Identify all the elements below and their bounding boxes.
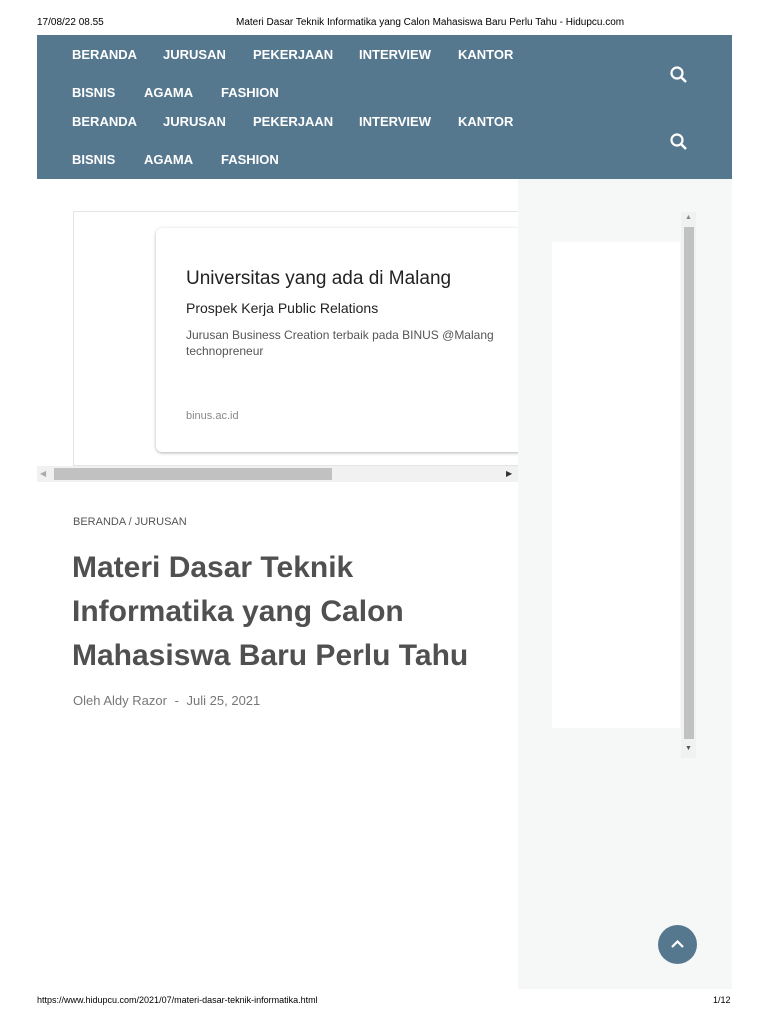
nav-bar: BERANDA JURUSAN PEKERJAAN INTERVIEW KANT…: [37, 35, 732, 179]
ad-title[interactable]: Universitas yang ada di Malang: [186, 268, 451, 290]
meta-separator: -: [174, 693, 179, 708]
print-page-number: 1/12: [713, 995, 731, 1005]
search-icon[interactable]: [669, 132, 689, 152]
nav-kantor[interactable]: KANTOR: [458, 47, 513, 62]
chevron-up-icon: [671, 939, 684, 948]
nav-jurusan[interactable]: JURUSAN: [163, 114, 226, 129]
scroll-down-icon[interactable]: ▼: [685, 745, 692, 752]
ad-subtitle: Prospek Kerja Public Relations: [186, 300, 379, 316]
nav-bisnis[interactable]: BISNIS: [72, 152, 115, 167]
ad-description: Jurusan Business Creation terbaik pada B…: [186, 328, 494, 342]
scroll-left-icon[interactable]: ◀: [40, 469, 46, 478]
nav-fashion[interactable]: FASHION: [221, 85, 279, 100]
ad-domain: binus.ac.id: [186, 410, 239, 422]
nav-pekerjaan[interactable]: PEKERJAAN: [253, 114, 333, 129]
ad-frame: Universitas yang ada di Malang Prospek K…: [73, 211, 518, 466]
sidebar-ad-frame: [552, 242, 680, 728]
nav-interview[interactable]: INTERVIEW: [359, 47, 431, 62]
ad-card[interactable]: Universitas yang ada di Malang Prospek K…: [156, 228, 518, 452]
scroll-up-icon[interactable]: ▲: [685, 214, 692, 221]
print-doc-title: Materi Dasar Teknik Informatika yang Cal…: [236, 17, 625, 28]
nav-agama[interactable]: AGAMA: [144, 85, 193, 100]
vertical-scroll-thumb[interactable]: [684, 227, 694, 739]
horizontal-scroll-thumb[interactable]: [54, 468, 332, 480]
nav-kantor[interactable]: KANTOR: [458, 114, 513, 129]
scroll-right-icon[interactable]: ▶: [506, 469, 512, 478]
breadcrumb[interactable]: BERANDA / JURUSAN: [73, 516, 187, 528]
back-to-top-button[interactable]: [658, 925, 697, 964]
article-author[interactable]: Oleh Aldy Razor: [73, 693, 167, 708]
print-datetime: 17/08/22 08.55: [37, 17, 104, 28]
nav-interview[interactable]: INTERVIEW: [359, 114, 431, 129]
nav-agama[interactable]: AGAMA: [144, 152, 193, 167]
nav-pekerjaan[interactable]: PEKERJAAN: [253, 47, 333, 62]
ad-description-2: technopreneur: [186, 344, 264, 358]
article-meta: Oleh Aldy Razor - Juli 25, 2021: [73, 693, 260, 708]
nav-beranda[interactable]: BERANDA: [72, 47, 137, 62]
nav-bisnis[interactable]: BISNIS: [72, 85, 115, 100]
search-icon[interactable]: [669, 65, 689, 85]
nav-beranda[interactable]: BERANDA: [72, 114, 137, 129]
nav-jurusan[interactable]: JURUSAN: [163, 47, 226, 62]
article-title: Materi Dasar Teknik Informatika yang Cal…: [72, 551, 469, 672]
print-url: https://www.hidupcu.com/2021/07/materi-d…: [37, 995, 318, 1005]
article-date: Juli 25, 2021: [186, 693, 261, 708]
nav-fashion[interactable]: FASHION: [221, 152, 279, 167]
